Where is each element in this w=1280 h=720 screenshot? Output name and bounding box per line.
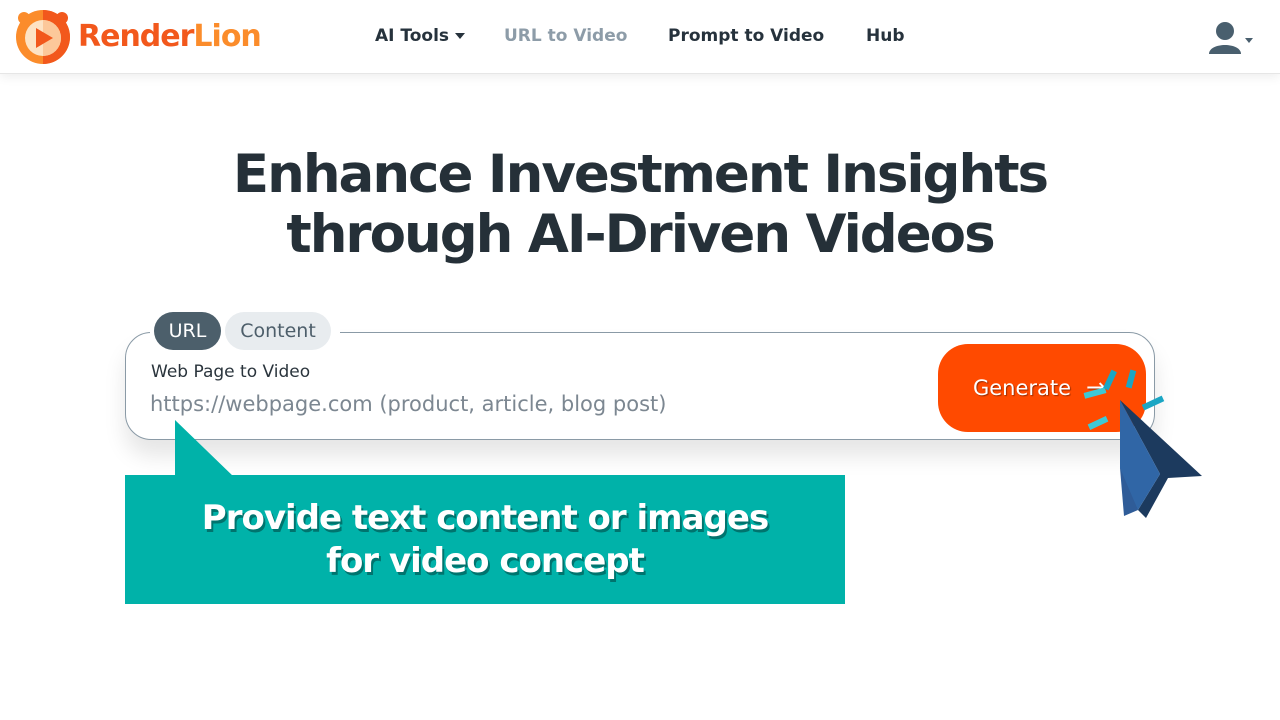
nav-hub[interactable]: Hub <box>866 26 905 46</box>
lion-logo-icon <box>16 10 70 64</box>
logo[interactable]: RenderLion <box>14 8 262 66</box>
callout-line-2: for video concept <box>326 541 645 581</box>
nav-ai-tools-label: AI Tools <box>375 26 450 46</box>
headline-line-1: Enhance Investment Insights <box>232 144 1049 205</box>
nav-ai-tools[interactable]: AI Tools <box>375 26 466 46</box>
field-label: Web Page to Video <box>151 362 311 382</box>
brand-name-part1: Render <box>78 18 194 54</box>
callout-box: Provide text content or images for video… <box>125 475 845 604</box>
brand-name-part2: Lion <box>193 18 261 54</box>
navbar: RenderLion AI Tools URL to Video Prompt … <box>0 0 1280 74</box>
callout-line-1: Provide text content or images <box>201 498 769 538</box>
callout-pointer <box>175 420 235 478</box>
mouse-cursor-click-icon <box>1083 369 1202 518</box>
headline-line-2: through AI-Driven Videos <box>286 204 995 265</box>
tab-url[interactable]: URL <box>154 312 221 350</box>
brand-name: RenderLion <box>78 18 262 54</box>
tab-content[interactable]: Content <box>225 312 331 350</box>
url-input[interactable] <box>150 389 910 419</box>
user-menu-icon[interactable] <box>1205 18 1255 58</box>
callout-text: Provide text content or images for video… <box>125 497 845 583</box>
caret-down-icon <box>455 33 466 39</box>
generate-label: Generate <box>972 376 1072 400</box>
page-headline: Enhance Investment Insights through AI-D… <box>0 145 1280 265</box>
nav-prompt-to-video[interactable]: Prompt to Video <box>668 26 824 46</box>
nav-url-to-video[interactable]: URL to Video <box>504 26 627 46</box>
